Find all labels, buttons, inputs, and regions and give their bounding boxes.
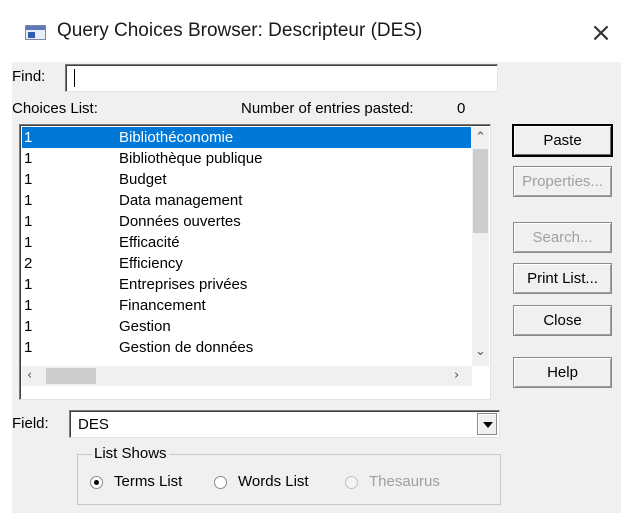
dialog-body: Find: Choices List: Number of entries pa… xyxy=(12,62,621,513)
chevron-right-icon[interactable]: › xyxy=(454,369,459,382)
entry-count: 1 xyxy=(24,234,33,251)
terms-list-label: Terms List xyxy=(114,473,183,490)
thesaurus-label: Thesaurus xyxy=(369,473,440,490)
list-item[interactable]: 1 Données ouvertes xyxy=(22,211,471,232)
list-item[interactable]: 1 Bibliothéconomie xyxy=(22,127,471,148)
paste-button[interactable]: Paste xyxy=(513,125,612,156)
list-item[interactable]: 1 Bibliothèque publique xyxy=(22,148,471,169)
vertical-scrollbar[interactable]: ⌃ ⌄ xyxy=(472,127,489,366)
title-bar: Query Choices Browser: Descripteur (DES)… xyxy=(0,0,621,62)
vertical-scroll-thumb[interactable] xyxy=(473,149,488,233)
list-item[interactable]: 1 Efficacité xyxy=(22,232,471,253)
field-dropdown[interactable]: DES xyxy=(69,410,500,438)
entry-count: 1 xyxy=(24,192,33,209)
entry-term: Financement xyxy=(119,297,206,314)
list-item[interactable]: 1 Entreprises privées xyxy=(22,274,471,295)
entry-term: Gestion de données xyxy=(119,339,254,356)
list-item[interactable]: 1 Gestion xyxy=(22,316,471,337)
dropdown-arrow-icon[interactable] xyxy=(477,413,497,435)
entry-count: 1 xyxy=(24,297,33,314)
list-item[interactable]: 2 Efficiency xyxy=(22,253,471,274)
search-button[interactable]: Search... xyxy=(513,222,612,253)
entry-count: 1 xyxy=(24,339,33,356)
radio-words-list[interactable] xyxy=(214,476,227,489)
words-list-label: Words List xyxy=(238,473,309,490)
entry-count: 1 xyxy=(24,129,33,146)
query-choices-browser-window: Query Choices Browser: Descripteur (DES)… xyxy=(0,0,621,513)
radio-terms-list[interactable] xyxy=(90,476,103,489)
entry-term: Entreprises privées xyxy=(119,276,248,293)
list-item[interactable]: 1 Data management xyxy=(22,190,471,211)
horizontal-scrollbar[interactable]: ‹ › xyxy=(22,366,472,386)
list-item[interactable]: 1 Budget xyxy=(22,169,471,190)
window-icon xyxy=(25,25,46,40)
field-label: Field: xyxy=(12,415,49,432)
print-list-button[interactable]: Print List... xyxy=(513,263,612,294)
close-button[interactable]: Close xyxy=(513,305,612,336)
help-button[interactable]: Help xyxy=(513,357,612,388)
entry-term: Bibliothéconomie xyxy=(119,129,234,146)
chevron-down-icon[interactable]: ⌄ xyxy=(475,345,486,358)
window-title: Query Choices Browser: Descripteur (DES) xyxy=(57,20,423,41)
entry-term: Données ouvertes xyxy=(119,213,241,230)
properties-button[interactable]: Properties... xyxy=(513,166,612,197)
find-label: Find: xyxy=(12,68,46,85)
list-item[interactable]: 1 Financement xyxy=(22,295,471,316)
close-icon[interactable]: × xyxy=(585,18,617,48)
entry-count: 1 xyxy=(24,318,33,335)
entry-count: 1 xyxy=(24,213,33,230)
entry-term: Budget xyxy=(119,171,167,188)
entry-term: Efficacité xyxy=(119,234,180,251)
horizontal-scroll-thumb[interactable] xyxy=(46,368,96,384)
choices-listbox[interactable]: 1 Bibliothéconomie 1 Bibliothèque publique 1… xyxy=(19,124,491,400)
entry-count: 2 xyxy=(24,255,33,272)
entries-pasted-label: Number of entries pasted: xyxy=(241,100,414,117)
entry-count: 1 xyxy=(24,171,33,188)
chevron-left-icon[interactable]: ‹ xyxy=(27,369,32,382)
entry-count: 1 xyxy=(24,276,33,293)
entry-count: 1 xyxy=(24,150,33,167)
list-shows-group: List Shows Terms List Words List Thesaur… xyxy=(77,445,501,505)
list-shows-label: List Shows xyxy=(92,445,169,462)
entry-term: Gestion xyxy=(119,318,171,335)
entry-term: Bibliothèque publique xyxy=(119,150,263,167)
field-value: DES xyxy=(78,416,109,433)
choices-list[interactable]: 1 Bibliothéconomie 1 Bibliothèque publique 1… xyxy=(22,127,471,366)
choices-list-label: Choices List: xyxy=(12,100,98,117)
radio-thesaurus xyxy=(345,476,358,489)
chevron-up-icon[interactable]: ⌃ xyxy=(475,131,486,144)
list-item[interactable]: 1 Gestion de données xyxy=(22,337,471,358)
entry-term: Efficiency xyxy=(119,255,183,272)
text-caret xyxy=(74,69,75,87)
entry-term: Data management xyxy=(119,192,243,209)
entries-pasted-count: 0 xyxy=(457,100,466,117)
find-input[interactable] xyxy=(65,64,498,92)
